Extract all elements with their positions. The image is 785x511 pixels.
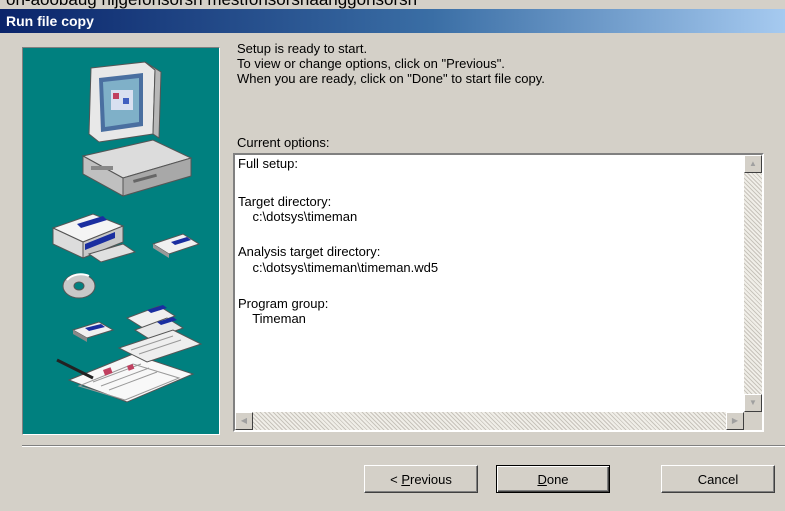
software-box-icon bbox=[51, 213, 137, 263]
window-title: Run file copy bbox=[6, 13, 94, 29]
computer-icon bbox=[81, 61, 193, 197]
previous-button[interactable]: < Previous bbox=[364, 465, 478, 493]
current-options-box[interactable]: Full setup: Target directory: c:\dotsys\… bbox=[233, 153, 764, 432]
dialog-body: Setup is ready to start. To view or chan… bbox=[0, 33, 785, 511]
arrow-left-icon: ◀ bbox=[240, 416, 248, 425]
scrollbar-corner bbox=[744, 412, 762, 430]
done-button-rest: one bbox=[546, 471, 569, 487]
current-options-text: Full setup: Target directory: c:\dotsys\… bbox=[235, 155, 744, 412]
option-line: Target directory: bbox=[238, 194, 332, 209]
current-options-label: Current options: bbox=[237, 135, 330, 150]
setup-illustration-graphic bbox=[51, 61, 203, 403]
scroll-left-button[interactable]: ◀ bbox=[235, 412, 253, 430]
scroll-right-button[interactable]: ▶ bbox=[726, 412, 744, 430]
setup-message-line-2: To view or change options, click on "Pre… bbox=[237, 56, 505, 71]
option-line: c:\dotsys\timeman bbox=[238, 209, 358, 224]
vertical-scrollbar[interactable]: ▲ ▼ bbox=[744, 155, 762, 412]
cd-icon bbox=[62, 273, 96, 299]
arrow-down-icon: ▼ bbox=[749, 398, 757, 407]
horizontal-scrollbar[interactable]: ◀ ▶ bbox=[235, 412, 744, 430]
setup-message-line-3: When you are ready, click on "Done" to s… bbox=[237, 71, 545, 86]
option-line: c:\dotsys\timeman\timeman.wd5 bbox=[238, 260, 439, 275]
arrow-up-icon: ▲ bbox=[749, 159, 757, 168]
option-line: Full setup: bbox=[238, 156, 298, 171]
previous-button-accel: P bbox=[401, 471, 410, 487]
previous-button-prefix: < bbox=[390, 471, 402, 487]
setup-illustration bbox=[22, 47, 220, 435]
previous-button-rest: revious bbox=[409, 471, 452, 487]
button-separator bbox=[22, 445, 785, 447]
setup-message-line-1: Setup is ready to start. bbox=[237, 41, 368, 56]
scroll-up-button[interactable]: ▲ bbox=[744, 155, 762, 173]
option-line: Program group: bbox=[238, 296, 329, 311]
option-line: Analysis target directory: bbox=[238, 244, 381, 259]
arrow-right-icon: ▶ bbox=[731, 416, 739, 425]
done-button[interactable]: Done bbox=[496, 465, 610, 493]
documents-icon bbox=[56, 329, 203, 403]
cancel-button-label: Cancel bbox=[697, 471, 739, 487]
background-window-text: on-aoobaug hijgefonsorsn mestfonsorsnaan… bbox=[0, 0, 785, 9]
title-bar[interactable]: Run file copy bbox=[0, 9, 785, 33]
scroll-down-button[interactable]: ▼ bbox=[744, 394, 762, 412]
option-line: Timeman bbox=[238, 311, 306, 326]
cancel-button[interactable]: Cancel bbox=[661, 465, 775, 493]
done-button-accel: D bbox=[537, 471, 547, 487]
floppy-disk-icon bbox=[151, 233, 201, 258]
